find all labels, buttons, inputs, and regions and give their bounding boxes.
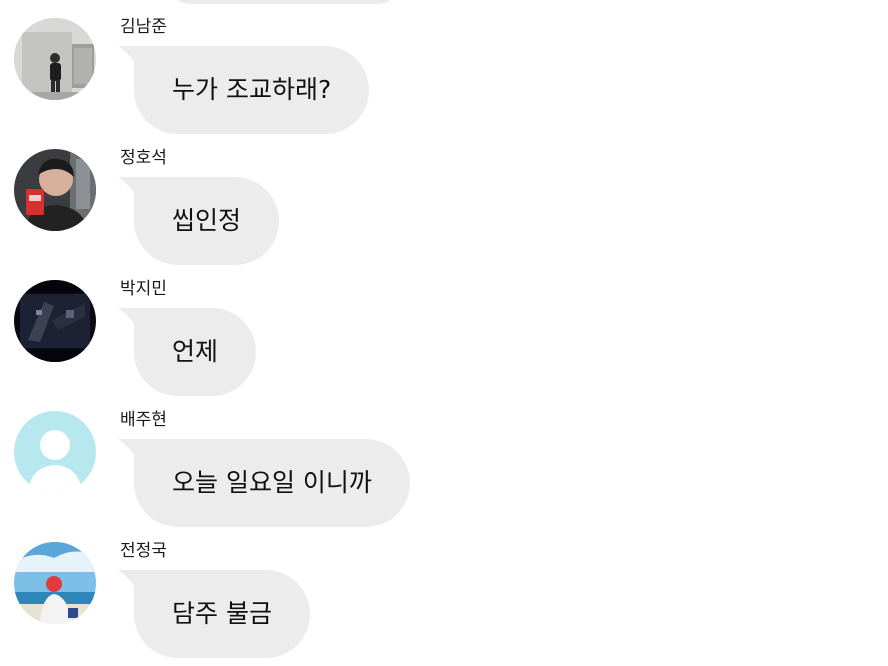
sender-name: 박지민 bbox=[120, 279, 167, 299]
avatar[interactable] bbox=[14, 411, 96, 493]
message-text: 누가 조교하래? bbox=[134, 46, 370, 134]
message-text: 씹인정 bbox=[134, 177, 280, 265]
avatar[interactable] bbox=[14, 542, 96, 624]
photo-avatar-sky bbox=[14, 542, 96, 624]
photo-avatar-dark bbox=[14, 280, 96, 362]
chat-message-list[interactable]: 김남준 누가 조교하래? 정호석 씹인정 박지민 언제 배주현 오늘 일요일 이… bbox=[0, 0, 888, 666]
photo-avatar-gray bbox=[14, 18, 96, 100]
message-text: 오늘 일요일 이니까 bbox=[134, 439, 410, 527]
message-row: 전정국 담주 불금 bbox=[0, 541, 888, 662]
sender-name: 전정국 bbox=[120, 541, 167, 561]
photo-avatar-person bbox=[14, 149, 96, 231]
default-user-icon bbox=[14, 411, 96, 493]
message-row: 김남준 누가 조교하래? bbox=[0, 17, 888, 138]
avatar[interactable] bbox=[14, 280, 96, 362]
previous-message-bubble[interactable] bbox=[168, 0, 400, 4]
message-text: 담주 불금 bbox=[134, 570, 310, 658]
sender-name: 배주현 bbox=[120, 410, 167, 430]
message-row: 정호석 씹인정 bbox=[0, 148, 888, 269]
message-text: 언제 bbox=[134, 308, 257, 396]
avatar[interactable] bbox=[14, 18, 96, 100]
avatar[interactable] bbox=[14, 149, 96, 231]
message-row: 배주현 오늘 일요일 이니까 bbox=[0, 410, 888, 531]
sender-name: 정호석 bbox=[120, 148, 167, 168]
sender-name: 김남준 bbox=[120, 17, 167, 37]
message-row: 박지민 언제 bbox=[0, 279, 888, 400]
